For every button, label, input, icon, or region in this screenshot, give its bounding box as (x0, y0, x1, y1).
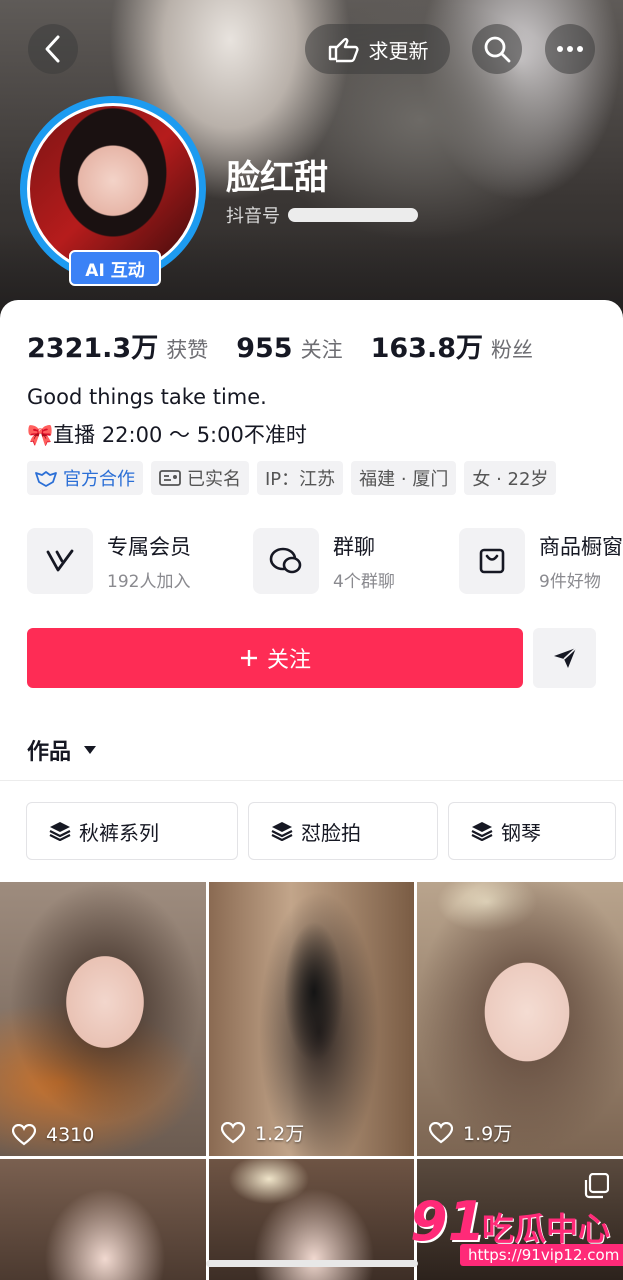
video-likes-count: 1.9万 (463, 1123, 513, 1145)
heart-icon (429, 1121, 453, 1143)
video-likes-count: 1.2万 (255, 1123, 305, 1145)
profile-stats: 2321.3万 获赞 955 关注 163.8万 粉丝 (27, 326, 561, 365)
stat-followers[interactable]: 163.8万 粉丝 (371, 326, 533, 365)
watermark-logo: 91 吃瓜中心 https://91vip12.com (410, 1190, 623, 1272)
stat-following[interactable]: 955 关注 (236, 333, 342, 364)
vip-icon (27, 528, 93, 594)
profile-services: 专属会员 192人加入 群聊 4个群聊 商品橱窗 9件好物 (27, 528, 623, 598)
bio-line-2: 🎀直播 22:00 ～ 5:00不准时 (27, 423, 307, 447)
search-button[interactable] (472, 24, 522, 74)
ai-interact-badge[interactable]: AI 互动 (69, 250, 161, 286)
collection-chip[interactable]: 怼脸拍 (248, 802, 438, 860)
tag-label: 已实名 (187, 469, 241, 490)
layers-icon (471, 822, 493, 841)
service-subtitle: 192人加入 (107, 571, 191, 592)
video-thumbnail[interactable]: 1.2万 (209, 882, 414, 1156)
tag-city: 福建 · 厦门 (351, 461, 457, 495)
video-likes: 1.2万 (221, 1119, 304, 1146)
service-title: 群聊 (333, 534, 375, 559)
collection-label: 钢琴 (501, 820, 541, 845)
heart-icon (12, 1124, 36, 1146)
tag-gender-age: 女 · 22岁 (464, 461, 557, 495)
caret-down-icon (84, 746, 97, 754)
video-likes: 4310 (12, 1124, 94, 1146)
service-shop[interactable]: 商品橱窗 9件好物 (459, 528, 623, 594)
stat-likes[interactable]: 2321.3万 获赞 (27, 326, 208, 365)
video-thumbnail[interactable] (0, 1159, 206, 1280)
layers-icon (49, 822, 71, 841)
send-icon (553, 647, 577, 668)
tag-label: 官方合作 (63, 469, 135, 490)
stat-label: 关注 (300, 338, 343, 362)
tab-works[interactable]: 作品 (27, 734, 97, 766)
tag-verified[interactable]: 已实名 (151, 461, 249, 495)
video-likes-count: 4310 (46, 1124, 95, 1146)
shop-bag-icon (459, 528, 525, 594)
stat-value: 163.8万 (370, 333, 483, 364)
search-icon (484, 36, 511, 63)
watermark-url: https://91vip12.com (460, 1244, 623, 1266)
douyin-id-redacted (288, 208, 418, 222)
service-title: 专属会员 (107, 534, 191, 559)
service-vip[interactable]: 专属会员 192人加入 (27, 528, 191, 594)
plus-icon (240, 650, 257, 666)
stat-value: 955 (236, 333, 293, 364)
message-button[interactable] (533, 628, 596, 688)
divider (0, 780, 623, 781)
handshake-icon (35, 471, 57, 487)
layers-icon (271, 822, 293, 841)
service-subtitle: 9件好物 (539, 571, 601, 592)
stat-label: 粉丝 (490, 338, 533, 362)
follow-button[interactable]: 关注 (27, 628, 523, 688)
collection-chip[interactable]: 钢琴 (448, 802, 616, 860)
request-update-label: 求更新 (368, 38, 429, 63)
follow-label: 关注 (266, 648, 311, 673)
hand-point-icon (328, 37, 359, 63)
stat-label: 获赞 (166, 338, 209, 362)
id-card-icon (159, 470, 181, 486)
collection-label: 怼脸拍 (301, 820, 361, 845)
stat-value: 2321.3万 (27, 333, 159, 364)
service-subtitle: 4个群聊 (333, 571, 395, 592)
service-title: 商品橱窗 (539, 534, 623, 559)
heart-icon (221, 1121, 245, 1143)
video-thumbnail[interactable]: 1.9万 (417, 882, 623, 1156)
collection-chip[interactable]: 秋裤系列 (26, 802, 238, 860)
more-button[interactable] (545, 24, 595, 74)
profile-tags: 官方合作 已实名 IP：江苏 福建 · 厦门 女 · 22岁 (27, 461, 557, 495)
profile-nickname: 脸红甜 (226, 158, 328, 198)
home-indicator[interactable] (206, 1260, 418, 1267)
bio-line-1: Good things take time. (27, 385, 267, 409)
chat-icon (253, 528, 319, 594)
video-thumbnail[interactable]: 4310 (0, 882, 206, 1156)
douyin-id-label: 抖音号 (226, 206, 280, 227)
more-dots-icon (557, 46, 583, 52)
tag-ip: IP：江苏 (257, 461, 344, 495)
request-update-button[interactable]: 求更新 (305, 24, 450, 74)
service-group-chat[interactable]: 群聊 4个群聊 (253, 528, 395, 594)
tab-works-label: 作品 (27, 740, 72, 765)
collection-label: 秋裤系列 (79, 820, 159, 845)
douyin-id[interactable]: 抖音号 (226, 202, 418, 228)
back-button[interactable] (28, 24, 78, 74)
video-likes: 1.9万 (429, 1119, 512, 1146)
collection-list: 秋裤系列 怼脸拍 钢琴 (26, 802, 623, 862)
tag-official-cooperation[interactable]: 官方合作 (27, 461, 143, 495)
chevron-left-icon (45, 35, 60, 63)
